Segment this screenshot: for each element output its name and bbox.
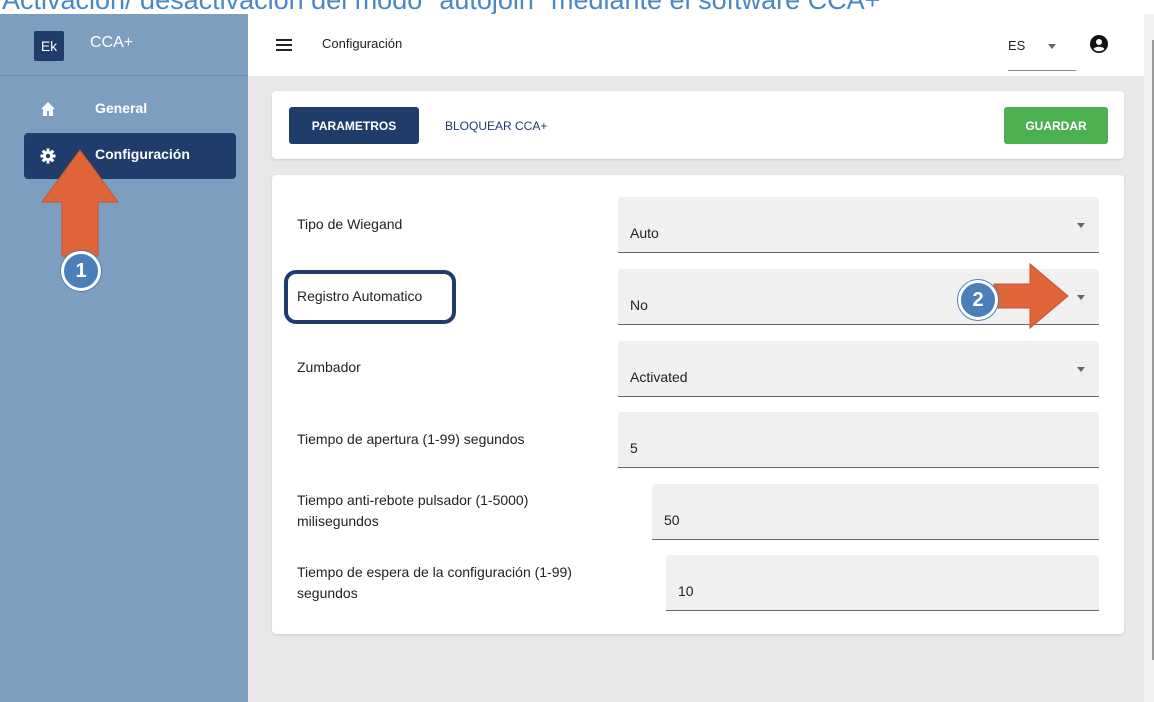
field-value: Activated [630,369,688,385]
account-icon[interactable] [1090,35,1108,53]
field-label-wiegand: Tipo de Wiegand [297,216,403,232]
sidebar-item-label: General [95,100,148,116]
chevron-down-icon [1077,367,1085,372]
wiegand-select[interactable]: Auto [618,197,1099,253]
field-value: 50 [664,512,680,528]
guardar-button[interactable]: GUARDAR [1004,107,1108,144]
step-badge-2: 2 [958,280,998,320]
field-label-line: segundos [297,585,358,601]
zumbador-select[interactable]: Activated [618,341,1099,397]
hamburger-menu-icon[interactable] [276,39,292,51]
field-value: 5 [630,440,638,456]
annotation-arrow-right-icon [993,262,1069,330]
chevron-down-icon [1077,295,1085,300]
field-label-apertura: Tiempo de apertura (1-99) segundos [297,431,525,447]
field-label-line: Tiempo de espera de la configuración (1-… [297,564,572,580]
field-label-zumbador: Zumbador [297,359,361,375]
page-title: Configuración [322,36,403,51]
tiempo-antirebote-input[interactable]: 50 [652,484,1099,540]
field-label-line: milisegundos [297,513,379,529]
bloquear-button[interactable]: BLOQUEAR CCA+ [432,107,582,144]
chevron-down-icon [1048,44,1056,49]
field-label-espera: Tiempo de espera de la configuración (1-… [297,562,572,604]
field-value: 10 [678,583,694,599]
field-label-antirebote: Tiempo anti-rebote pulsador (1-5000) mil… [297,490,528,532]
highlight-box [284,270,456,324]
home-icon [41,102,55,116]
annotation-arrow-up-icon [41,149,119,257]
chevron-down-icon [1077,223,1085,228]
field-value: No [630,297,648,313]
app-logo: Ek [34,31,64,61]
language-value: ES [1008,38,1026,53]
step-badge-1: 1 [61,251,101,291]
app-name: CCA+ [90,34,134,51]
sidebar-item-general[interactable]: General [24,87,236,133]
tiempo-espera-input[interactable]: 10 [666,555,1099,611]
field-label-line: Tiempo anti-rebote pulsador (1-5000) [297,492,529,508]
field-value: Auto [630,225,659,241]
language-select[interactable]: ES [1008,38,1076,71]
tiempo-apertura-input[interactable]: 5 [618,412,1099,468]
parametros-button[interactable]: PARAMETROS [289,107,419,144]
